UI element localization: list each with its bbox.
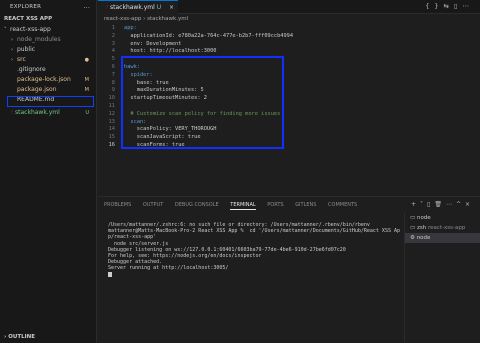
terminal-cursor-line — [108, 271, 408, 278]
tree-item-gitignore[interactable]: .gitignore — [0, 65, 97, 75]
outline-section-header[interactable]: › OUTLINE — [4, 334, 35, 340]
outline-label: OUTLINE — [8, 334, 36, 340]
braces-icon[interactable]: {} — [425, 2, 443, 10]
line-number: 5 — [111, 56, 115, 63]
tab-ports[interactable]: PORTS — [267, 202, 283, 208]
line-number: 1 — [111, 25, 115, 31]
tree-item-stackhawk-yml[interactable]: ! stackhawk.yml U — [0, 108, 97, 118]
tab-status-badge: U — [156, 4, 162, 11]
git-status-badge: M — [84, 77, 89, 83]
line-number: 14 — [108, 126, 115, 133]
compare-icon[interactable]: ⇆ — [443, 2, 453, 10]
close-icon[interactable]: × — [465, 201, 474, 208]
more-icon[interactable]: ⋯ — [463, 2, 475, 10]
tree-item-label: react-xss-app — [10, 26, 51, 33]
tab-problems[interactable]: PROBLEMS — [104, 202, 131, 208]
explorer-sidebar: EXPLORER ... REACT XSS APP ˅ react-xss-a… — [0, 0, 97, 343]
chevron-down-icon[interactable]: ˅ — [420, 201, 427, 208]
tree-item-package-lock[interactable]: package-lock.json M — [0, 75, 97, 85]
code-text: env: Development — [124, 40, 182, 47]
modified-dot-icon: ● — [84, 57, 89, 63]
panel-tabs: PROBLEMS OUTPUT DEBUG CONSOLE TERMINAL P… — [104, 202, 367, 210]
code-text: applicationId: e780a22a-764c-477e-b2b7-f… — [124, 32, 294, 39]
session-name: node — [416, 215, 431, 221]
tree-item-package-json[interactable]: package.json M — [0, 85, 97, 95]
line-number: 4 — [111, 48, 115, 55]
tree-item-label: node_modules — [17, 36, 61, 43]
tree-item-react-xss-app[interactable]: ˅ react-xss-app — [0, 25, 97, 35]
line-number: 3 — [111, 40, 115, 47]
breadcrumb[interactable]: react-xss-app › stackhawk.yml — [104, 16, 188, 22]
editor-actions: {}⇆▯⋯ — [425, 2, 474, 10]
tree-item-label: package.json — [17, 86, 57, 93]
terminal-session-list: ▭ node ▭ zsh react-xss-app ⚙ node — [404, 213, 480, 343]
tab-stackhawk-yml[interactable]: ! stackhawk.yml U × — [98, 0, 178, 14]
line-number: 9 — [111, 87, 115, 94]
terminal-cursor — [108, 271, 112, 277]
tab-output[interactable]: OUTPUT — [143, 202, 163, 208]
annotation-highlight-box — [121, 56, 284, 149]
session-name: zsh — [416, 225, 427, 231]
line-number: 12 — [108, 110, 115, 117]
editor-tab-bar: ! stackhawk.yml U × {}⇆▯⋯ — [98, 0, 480, 14]
split-editor-icon[interactable]: ▯ — [454, 2, 463, 10]
bottom-panel: PROBLEMS OUTPUT DEBUG CONSOLE TERMINAL P… — [98, 196, 480, 343]
line-number: 7 — [111, 71, 115, 78]
tree-item-label: public — [17, 46, 36, 53]
tree-item-label: src — [17, 56, 26, 63]
tab-gitlens[interactable]: GITLENS — [295, 202, 316, 208]
trash-icon[interactable]: 🗑 — [434, 201, 446, 208]
tree-item-label: package-lock.json — [17, 76, 71, 83]
close-icon[interactable]: × — [169, 1, 174, 14]
tree-item-src[interactable]: › src ● — [0, 55, 97, 65]
terminal-output[interactable]: /Users/mattanner/.zshrc:6: no such file … — [108, 222, 408, 278]
tab-label: stackhawk.yml — [110, 4, 155, 11]
line-number: 13 — [108, 118, 115, 125]
debug-icon: ⚙ — [410, 235, 417, 241]
terminal-session-zsh[interactable]: ▭ zsh react-xss-app — [405, 223, 480, 233]
code-line: 3 env: Development — [98, 41, 478, 49]
yaml-file-icon: ! — [106, 5, 109, 11]
tree-item-label: .gitignore — [17, 66, 46, 73]
add-terminal-icon[interactable]: + — [411, 201, 420, 208]
project-section-header[interactable]: REACT XSS APP — [4, 16, 52, 22]
line-number: 2 — [111, 32, 115, 39]
panel-actions: +˅▯🗑⋯^× — [411, 201, 474, 208]
line-number: 15 — [108, 134, 115, 141]
line-number: 8 — [111, 79, 115, 86]
terminal-session-node[interactable]: ▭ node — [405, 213, 480, 223]
yaml-file-icon: ! — [11, 110, 14, 116]
selected-file-highlight — [7, 96, 94, 107]
terminal-icon: ▭ — [410, 225, 417, 231]
session-desc: react-xss-app — [426, 225, 466, 231]
tree-item-label: stackhawk.yml — [15, 109, 60, 116]
line-number: 11 — [108, 103, 115, 109]
tab-terminal[interactable]: TERMINAL — [230, 202, 256, 210]
tab-debug-console[interactable]: DEBUG CONSOLE — [175, 202, 219, 208]
chevron-right-icon: › — [4, 334, 7, 340]
git-status-badge: U — [85, 110, 89, 116]
code-line: 1 app: — [98, 25, 478, 33]
code-text: app: — [124, 25, 137, 31]
terminal-session-node-active[interactable]: ⚙ node — [405, 233, 480, 243]
tree-item-public[interactable]: › public — [0, 45, 97, 55]
more-icon[interactable]: ⋯ — [446, 201, 456, 208]
line-number: 10 — [108, 95, 115, 102]
tree-item-node-modules[interactable]: › node_modules — [0, 35, 97, 45]
line-number: 6 — [111, 64, 115, 70]
terminal-icon: ▭ — [410, 215, 417, 221]
more-actions-icon[interactable]: ... — [83, 2, 90, 10]
code-line: 2 applicationId: e780a22a-764c-477e-b2b7… — [98, 33, 478, 41]
line-number: 16 — [108, 142, 115, 148]
maximize-icon[interactable]: ^ — [456, 201, 465, 208]
git-status-badge: M — [84, 87, 89, 93]
session-name: node — [416, 235, 431, 241]
tab-comments[interactable]: COMMENTS — [328, 202, 357, 208]
explorer-title: EXPLORER — [10, 4, 42, 10]
